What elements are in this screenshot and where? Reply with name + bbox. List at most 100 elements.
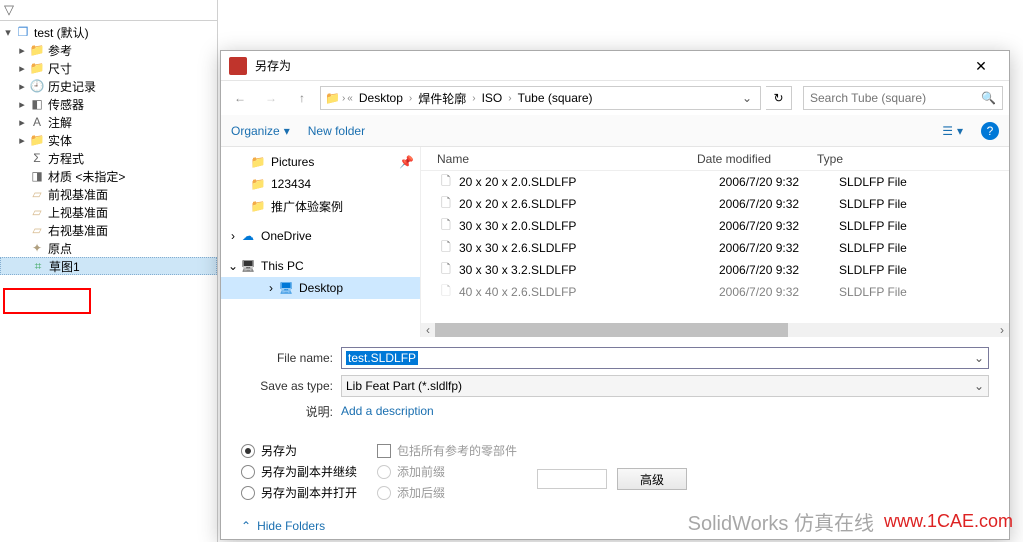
new-folder-button[interactable]: New folder [308, 124, 365, 138]
tree-item[interactable]: ▸📁实体 [0, 131, 217, 149]
expander-icon[interactable]: ▸ [16, 98, 28, 111]
col-name[interactable]: Name [437, 152, 697, 166]
tree-item[interactable]: Σ方程式 [0, 149, 217, 167]
col-date[interactable]: Date modified [697, 152, 817, 166]
scroll-left-icon[interactable]: ‹ [421, 323, 435, 337]
advanced-button[interactable]: 高级 [617, 468, 687, 490]
tree-item[interactable]: ▸🕘历史记录 [0, 77, 217, 95]
tree-root[interactable]: ▾ ❒ test (默认) [0, 23, 217, 41]
help-button[interactable]: ? [981, 122, 999, 140]
chevron-icon: « [347, 93, 353, 104]
organize-button[interactable]: Organize ▾ [231, 124, 290, 138]
radio-prefix[interactable]: 添加前缀 [377, 463, 517, 480]
file-row[interactable]: 🗋30 x 30 x 3.2.SLDLFP2006/7/20 9:32SLDLF… [421, 259, 1009, 281]
tree-item[interactable]: ▱上视基准面 [0, 203, 217, 221]
app-icon [229, 57, 247, 75]
horizontal-scrollbar[interactable]: ‹ › [421, 323, 1009, 337]
close-button[interactable]: ✕ [961, 52, 1001, 80]
tree-root-label: test (默认) [34, 24, 215, 41]
tree-item[interactable]: ◨材质 <未指定> [0, 167, 217, 185]
radio-saveas-continue[interactable]: 另存为副本并继续 [241, 463, 357, 480]
search-icon[interactable]: 🔍 [981, 91, 996, 105]
tree-item[interactable]: ✦原点 [0, 239, 217, 257]
form-area: File name: test.SLDLFP⌄ Save as type: Li… [221, 337, 1009, 436]
expander-icon[interactable]: › [265, 281, 277, 295]
options-area: 另存为 另存为副本并继续 另存为副本并打开 包括所有参考的零部件 添加前缀 添加… [221, 436, 1009, 511]
nav-item-pictures[interactable]: 📁Pictures📌 [221, 151, 420, 173]
save-type-select[interactable]: Lib Feat Part (*.sldlfp)⌄ [341, 375, 989, 397]
breadcrumb-dropdown-icon[interactable]: ⌄ [738, 91, 756, 105]
checkbox-include-refs[interactable]: 包括所有参考的零部件 [377, 442, 517, 459]
watermark-brand: SolidWorks 仿真在线 [688, 507, 874, 536]
dropdown-icon: ▾ [957, 124, 963, 138]
breadcrumb-seg[interactable]: 焊件轮廓 [414, 90, 470, 107]
title-bar: 另存为 ✕ [221, 51, 1009, 81]
expander-icon[interactable]: ▸ [16, 80, 28, 93]
expander-icon[interactable]: ▸ [16, 62, 28, 75]
tree-item[interactable]: ▸A注解 [0, 113, 217, 131]
sensor-icon: ◧ [28, 97, 46, 111]
sketch-icon: ⌗ [29, 259, 47, 274]
nav-item-thispc[interactable]: ⌄🖥This PC [221, 255, 420, 277]
filter-icon[interactable]: ▽ [4, 2, 14, 18]
file-browser: 📁Pictures📌 📁123434 📁推广体验案例 ›☁OneDrive ⌄🖥… [221, 147, 1009, 337]
part-icon: ❒ [14, 25, 32, 39]
tree-item[interactable]: ▱前视基准面 [0, 185, 217, 203]
nav-item-desktop[interactable]: ›🖥Desktop [221, 277, 420, 299]
radio-icon [241, 444, 255, 458]
tree-item[interactable]: ▱右视基准面 [0, 221, 217, 239]
radio-icon [377, 465, 391, 479]
forward-button[interactable]: → [258, 85, 284, 111]
up-button[interactable]: ↑ [289, 85, 315, 111]
expander-icon[interactable]: › [227, 229, 239, 243]
expander-icon[interactable]: ▸ [16, 44, 28, 57]
save-type-label: Save as type: [241, 379, 341, 393]
file-row[interactable]: 🗋20 x 20 x 2.6.SLDLFP2006/7/20 9:32SLDLF… [421, 193, 1009, 215]
dropdown-icon[interactable]: ⌄ [968, 351, 984, 365]
file-row[interactable]: 🗋30 x 30 x 2.0.SLDLFP2006/7/20 9:32SLDLF… [421, 215, 1009, 237]
explorer-toolbar: Organize ▾ New folder ☰ ▾ ? [221, 115, 1009, 147]
history-icon: 🕘 [28, 79, 46, 93]
dropdown-icon[interactable]: ⌄ [968, 379, 984, 393]
folder-icon: 📁 [28, 43, 46, 57]
file-row[interactable]: 🗋40 x 40 x 2.6.SLDLFP2006/7/20 9:32SLDLF… [421, 281, 1009, 303]
add-description-link[interactable]: Add a description [341, 404, 434, 418]
tree-item[interactable]: ▸📁参考 [0, 41, 217, 59]
file-row[interactable]: 🗋20 x 20 x 2.0.SLDLFP2006/7/20 9:32SLDLF… [421, 171, 1009, 193]
scroll-right-icon[interactable]: › [995, 323, 1009, 337]
tree-item[interactable]: ▸◧传感器 [0, 95, 217, 113]
pin-icon[interactable]: 📌 [399, 155, 414, 169]
file-name-input[interactable]: test.SLDLFP⌄ [341, 347, 989, 369]
search-box[interactable]: 🔍 [803, 86, 1003, 110]
nav-item[interactable]: 📁推广体验案例 [221, 195, 420, 217]
tree-item-sketch1[interactable]: ⌗草图1 [0, 257, 217, 275]
nav-item[interactable]: 📁123434 [221, 173, 420, 195]
chevron-icon: › [409, 93, 412, 104]
breadcrumb-seg[interactable]: Tube (square) [514, 91, 597, 105]
refresh-button[interactable]: ↻ [766, 86, 792, 110]
scrollbar-thumb[interactable] [435, 323, 788, 337]
breadcrumb-seg[interactable]: Desktop [355, 91, 407, 105]
radio-saveas[interactable]: 另存为 [241, 442, 357, 459]
nav-item-onedrive[interactable]: ›☁OneDrive [221, 225, 420, 247]
chevron-icon: › [472, 93, 475, 104]
radio-saveas-open[interactable]: 另存为副本并打开 [241, 484, 357, 501]
back-button[interactable]: ← [227, 85, 253, 111]
expander-icon[interactable]: ▾ [2, 26, 14, 39]
chevron-icon: › [342, 93, 345, 104]
folder-icon: 📁 [249, 177, 267, 191]
expander-icon[interactable]: ▸ [16, 134, 28, 147]
file-icon: 🗋 [437, 194, 455, 215]
watermark-url: www.1CAE.com [884, 511, 1013, 532]
view-options-button[interactable]: ☰ ▾ [942, 124, 963, 138]
prefix-suffix-input[interactable] [537, 469, 607, 489]
radio-suffix[interactable]: 添加后缀 [377, 484, 517, 501]
file-row[interactable]: 🗋30 x 30 x 2.6.SLDLFP2006/7/20 9:32SLDLF… [421, 237, 1009, 259]
tree-item[interactable]: ▸📁尺寸 [0, 59, 217, 77]
breadcrumb-seg[interactable]: ISO [478, 91, 507, 105]
expander-icon[interactable]: ▸ [16, 116, 28, 129]
breadcrumb[interactable]: 📁 › « Desktop › 焊件轮廓 › ISO › Tube (squar… [320, 86, 761, 110]
expander-icon[interactable]: ⌄ [227, 259, 239, 273]
search-input[interactable] [810, 91, 981, 105]
col-type[interactable]: Type [817, 152, 907, 166]
